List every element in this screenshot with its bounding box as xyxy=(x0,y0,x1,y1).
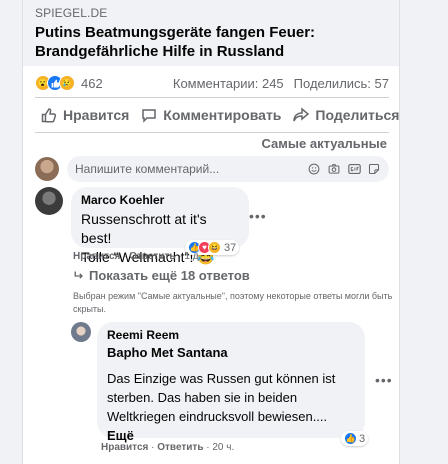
sticker-icon[interactable] xyxy=(367,162,381,176)
comment-timestamp[interactable]: 1 д. xyxy=(184,251,201,262)
link-preview[interactable]: SPIEGEL.DE Putins Beatmungsgeräte fangen… xyxy=(23,0,399,66)
comment-reaction-count: 37 xyxy=(224,241,237,254)
comments-count[interactable]: Комментарии: 245 xyxy=(173,76,284,91)
camera-icon[interactable] xyxy=(327,162,341,176)
reply-arrow-icon xyxy=(74,271,83,279)
like-button[interactable]: Нравится xyxy=(35,100,135,130)
reply-reply-link[interactable]: Ответить xyxy=(157,442,203,453)
comment-author[interactable]: Marco Koehler xyxy=(81,193,239,207)
share-label: Поделиться xyxy=(315,107,400,123)
reply-bubble: Reemi Reem Bapho Met Santana Das Einzige… xyxy=(97,322,365,443)
reaction-count[interactable]: 462 xyxy=(81,76,103,91)
comment-meta: Нравится · Ответить · 1 д. xyxy=(73,251,202,262)
sort-notice: Выбран режим "Самые актуальные", поэтому… xyxy=(73,291,393,314)
reply-author[interactable]: Reemi Reem xyxy=(107,328,355,342)
right-rail xyxy=(401,0,448,464)
link-domain: SPIEGEL.DE xyxy=(35,6,108,20)
thumbs-up-icon xyxy=(41,108,57,123)
comment-composer: Напишите комментарий... xyxy=(35,155,389,183)
avatar[interactable] xyxy=(71,322,91,342)
comment-reply-link[interactable]: Ответить xyxy=(129,251,175,262)
comment-icon xyxy=(142,109,157,123)
show-replies-label: Показать ещё 18 ответов xyxy=(89,268,250,283)
gif-icon[interactable] xyxy=(347,162,361,176)
reply-timestamp[interactable]: 20 ч. xyxy=(212,442,234,453)
share-icon xyxy=(293,107,310,122)
comment-input[interactable]: Напишите комментарий... xyxy=(67,156,389,182)
like-reaction-icon: 👍 xyxy=(344,432,357,445)
comment-input-placeholder: Напишите комментарий... xyxy=(75,162,220,176)
reply-reactions[interactable]: 👍 3 xyxy=(341,431,369,446)
post-card: SPIEGEL.DE Putins Beatmungsgeräte fangen… xyxy=(22,0,400,464)
avatar[interactable] xyxy=(35,157,59,181)
comment: Marco Koehler Russenschrott at it's best… xyxy=(35,187,249,265)
share-button[interactable]: Поделиться xyxy=(287,100,400,130)
emoji-icon[interactable] xyxy=(307,162,321,176)
avatar[interactable] xyxy=(35,187,63,215)
show-replies-link[interactable]: Показать ещё 18 ответов xyxy=(73,268,250,283)
sad-reaction-icon: 😢 xyxy=(59,75,75,91)
reply-like-link[interactable]: Нравится xyxy=(101,442,148,453)
like-label: Нравится xyxy=(63,107,130,123)
action-bar: Нравится Комментировать Поделиться xyxy=(35,100,399,130)
shares-count[interactable]: Поделились: 57 xyxy=(294,76,389,91)
link-title[interactable]: Putins Beatmungsgeräte fangen Feuer: Bra… xyxy=(35,23,389,61)
reaction-icons[interactable]: 😮 😢 xyxy=(35,75,75,91)
reply-reaction-count: 3 xyxy=(359,432,366,445)
reply-text-line: sterben. Das haben sie in beiden xyxy=(107,390,298,405)
reply-options-icon[interactable]: ••• xyxy=(375,372,393,388)
comment-options-icon[interactable]: ••• xyxy=(249,208,267,224)
divider xyxy=(35,97,389,98)
comment-like-link[interactable]: Нравится xyxy=(73,251,120,262)
comment-button[interactable]: Комментировать xyxy=(135,100,287,130)
divider xyxy=(35,132,389,133)
reply-heading[interactable]: Bapho Met Santana xyxy=(107,343,355,362)
comment-bubble: Marco Koehler Russenschrott at it's best… xyxy=(71,187,249,265)
reactions-summary: 😮 😢 462 Комментарии: 245 Поделились: 57 xyxy=(35,72,389,94)
comment-sort-dropdown[interactable]: Самые актуальные xyxy=(262,136,388,151)
reply-comment: Reemi Reem Bapho Met Santana Das Einzige… xyxy=(71,322,365,443)
reply-text-line: Das Einzige was Russen gut können ist xyxy=(107,371,336,386)
haha-reaction-icon: 😆 xyxy=(208,241,221,254)
reply-meta: Нравится · Ответить · 20 ч. xyxy=(101,442,235,453)
comment-label: Комментировать xyxy=(163,107,282,123)
reply-text-line: Weltkriegen eindrucksvoll bewiesen.... xyxy=(107,409,328,424)
